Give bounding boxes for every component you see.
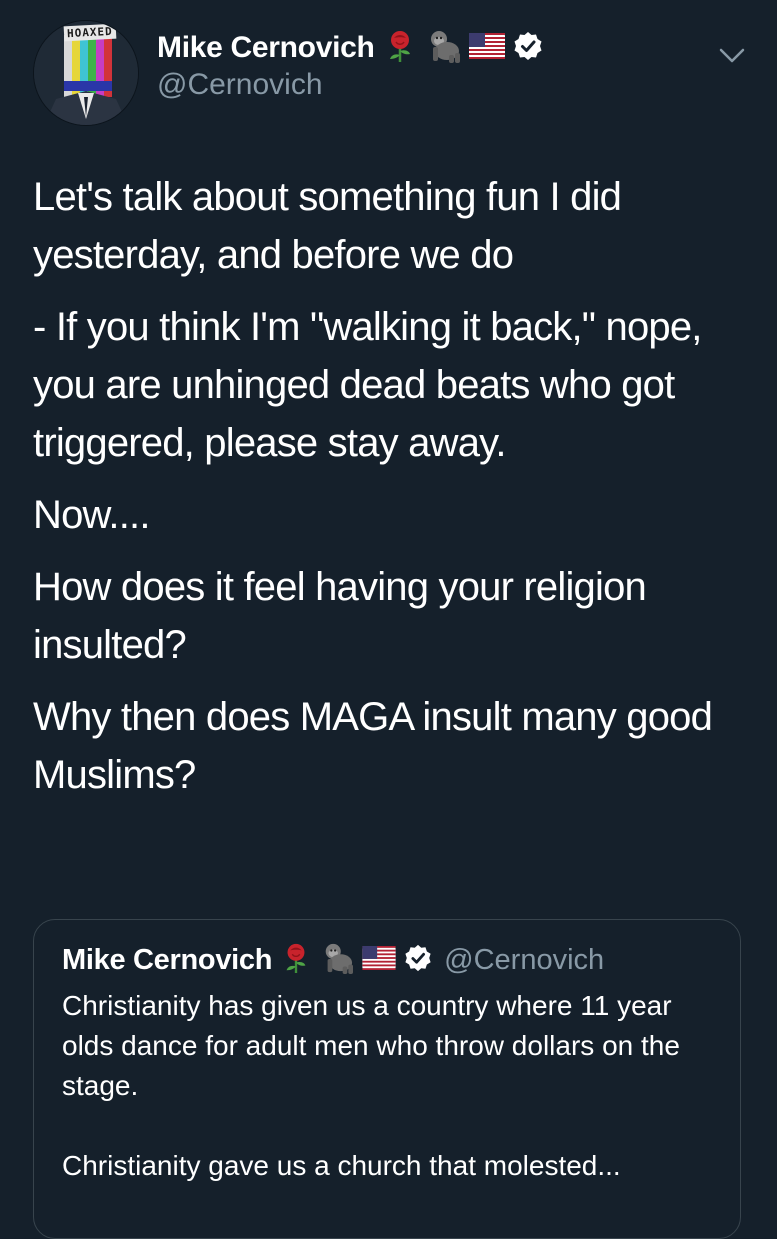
tweet-paragraph: - If you think I'm "walking it back," no… xyxy=(33,305,712,465)
author-display-name[interactable]: Mike Cernovich xyxy=(157,31,375,65)
tweet-paragraph: Why then does MAGA insult many good Musl… xyxy=(33,695,723,797)
author-name-row[interactable]: Mike Cernovich xyxy=(157,28,543,68)
tweet-paragraph: Let's talk about something fun I did yes… xyxy=(33,175,632,277)
quoted-tweet-header: Mike Cernovich @Cernovich xyxy=(62,942,604,978)
chevron-down-icon[interactable] xyxy=(717,40,747,70)
avatar[interactable]: HOAXED xyxy=(33,20,139,126)
tweet-header: HOAXED Mike Cernovich @Cernovich xyxy=(33,20,753,130)
rose-icon xyxy=(383,29,417,68)
verified-badge-icon xyxy=(513,31,543,66)
avatar-label: HOAXED xyxy=(63,23,117,42)
rose-icon xyxy=(280,942,312,979)
gorilla-icon xyxy=(320,942,354,979)
us-flag-icon xyxy=(362,945,396,975)
quoted-paragraph: Christianity gave us a church that moles… xyxy=(62,1150,621,1181)
quoted-paragraph: Christianity has given us a country wher… xyxy=(62,990,688,1101)
quoted-author-handle: @Cernovich xyxy=(444,943,605,976)
author-handle[interactable]: @Cernovich xyxy=(157,68,323,102)
gorilla-icon xyxy=(425,29,461,68)
quoted-tweet-text: Christianity has given us a country wher… xyxy=(62,986,722,1186)
tweet-text: Let's talk about something fun I did yes… xyxy=(33,168,753,818)
quoted-tweet-card[interactable]: Mike Cernovich @Cernovich Christianity h… xyxy=(33,919,741,1239)
tweet-paragraph: How does it feel having your religion in… xyxy=(33,565,657,667)
quoted-author-display-name: Mike Cernovich xyxy=(62,943,273,976)
tweet-paragraph: Now.... xyxy=(33,493,150,537)
verified-badge-icon xyxy=(404,944,432,977)
us-flag-icon xyxy=(468,32,505,64)
